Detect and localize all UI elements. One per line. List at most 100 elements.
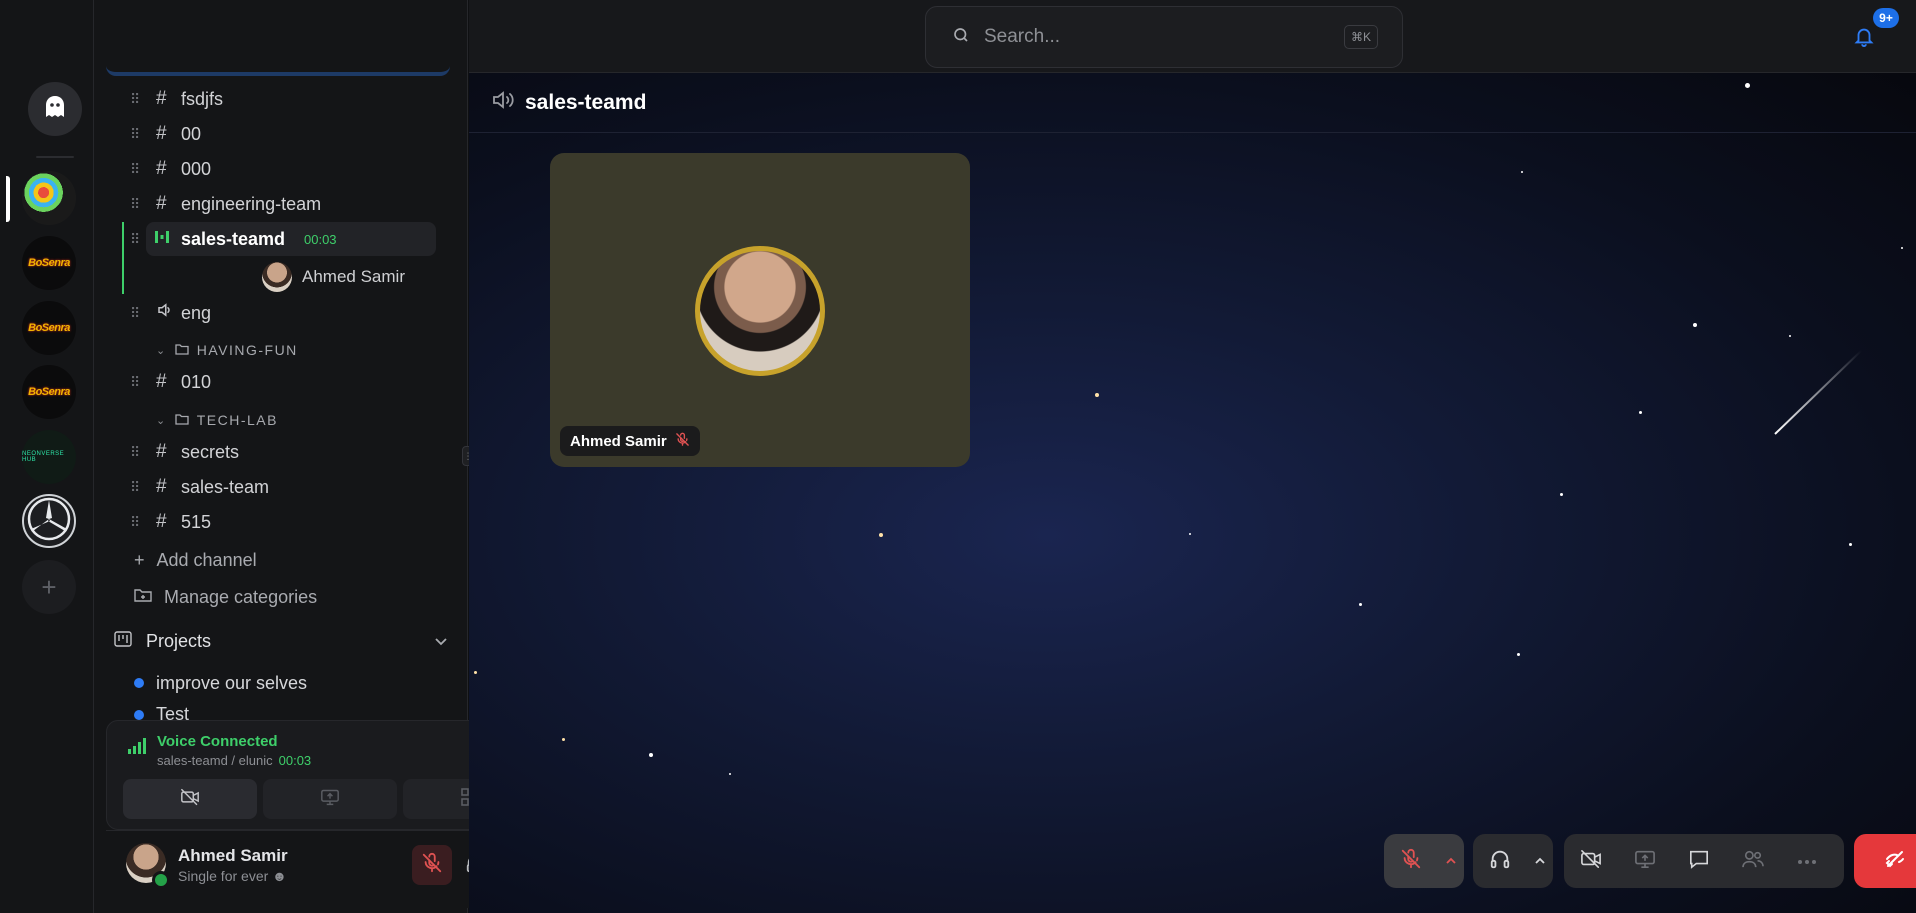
voice-member[interactable]: Ahmed Samir — [168, 260, 519, 294]
end-call-button[interactable] — [1854, 834, 1916, 888]
channel-000[interactable]: ⠿ # 000 — [94, 152, 468, 186]
chevron-up-icon — [1446, 852, 1456, 870]
participants-button[interactable] — [1726, 834, 1780, 888]
call-actions-group — [1564, 834, 1844, 888]
star — [1521, 171, 1523, 173]
channel-eng[interactable]: ⠿ eng — [94, 296, 468, 330]
star — [879, 533, 883, 537]
hash-icon: # — [156, 371, 167, 392]
chevron-up-icon — [1535, 852, 1545, 870]
drag-handle-icon[interactable]: ⠿ — [130, 444, 140, 461]
participant-tile[interactable]: Ahmed Samir — [550, 153, 970, 467]
server-rail: BoSenra BoSenra BoSenra NEONVERSE HUB + — [0, 0, 94, 913]
star — [1639, 411, 1642, 414]
add-server-button[interactable]: + — [22, 560, 76, 614]
server-icon-bosenra-3[interactable]: BoSenra — [22, 365, 76, 419]
mic-muted-icon — [1400, 848, 1422, 875]
star — [1901, 247, 1903, 249]
screen-share-icon — [320, 788, 340, 811]
top-bar: Search... ⌘K 9+ — [469, 0, 1916, 73]
star — [474, 671, 477, 674]
hash-icon: # — [156, 123, 167, 144]
channel-515[interactable]: ⠿ # 515 — [94, 505, 468, 539]
hash-icon: # — [156, 476, 167, 497]
headphones-icon — [1489, 848, 1511, 875]
voice-status-subtitle: sales-teamd / elunic 00:03 — [157, 753, 312, 768]
drag-handle-icon[interactable]: ⠿ — [130, 231, 140, 248]
server-icon-mercedes[interactable] — [22, 494, 76, 548]
drag-handle-icon[interactable]: ⠿ — [130, 514, 140, 531]
camera-button[interactable] — [1564, 834, 1618, 888]
channel-sales-teamd[interactable]: ⠿ sales-teamd 00:03 — [94, 222, 468, 256]
drag-handle-icon[interactable]: ⠿ — [130, 479, 140, 496]
star — [1517, 653, 1520, 656]
channel-010[interactable]: ⠿ # 010 — [94, 365, 468, 399]
project-item[interactable]: improve our selves — [134, 668, 307, 698]
chat-button[interactable] — [1672, 834, 1726, 888]
mic-muted-icon — [675, 432, 690, 451]
kanban-icon — [114, 630, 132, 652]
search-icon — [952, 26, 970, 49]
mic-control-group — [1384, 834, 1464, 888]
screen-share-button[interactable] — [263, 779, 397, 819]
projects-section-header[interactable]: Projects — [114, 626, 448, 656]
search-bar[interactable]: Search... ⌘K — [925, 6, 1403, 68]
user-status: Single for ever ☻ — [178, 868, 287, 884]
audio-options-button[interactable] — [1527, 834, 1553, 888]
mercedes-logo-icon — [26, 496, 72, 546]
star — [1359, 603, 1362, 606]
channel-header: sales-teamd — [469, 73, 1916, 133]
star — [1789, 335, 1791, 337]
channel-00[interactable]: ⠿ # 00 — [94, 117, 468, 151]
server-icon-1[interactable] — [22, 171, 76, 225]
screen-share-icon — [1634, 849, 1656, 874]
mic-toggle-button[interactable] — [1384, 834, 1438, 888]
drag-handle-icon[interactable]: ⠿ — [130, 374, 140, 391]
rail-separator — [36, 156, 74, 158]
server-icon-5[interactable]: NEONVERSE HUB — [22, 430, 76, 484]
project-item[interactable]: Test — [134, 704, 189, 720]
channel-secrets[interactable]: ⠿ # secrets — [94, 435, 468, 469]
add-channel-button[interactable]: + Add channel — [134, 545, 257, 575]
camera-off-icon — [180, 788, 200, 811]
star — [1189, 533, 1191, 535]
bell-icon[interactable] — [1853, 24, 1875, 53]
chevron-down-icon — [434, 631, 448, 652]
home-button[interactable] — [28, 82, 82, 136]
manage-categories-button[interactable]: Manage categories — [134, 582, 317, 612]
deafen-button[interactable] — [1473, 834, 1527, 888]
folder-plus-icon — [134, 587, 152, 608]
screen-share-button[interactable] — [1618, 834, 1672, 888]
drag-handle-icon[interactable]: ⠿ — [130, 161, 140, 178]
hash-icon: # — [156, 88, 167, 109]
hash-icon: # — [156, 158, 167, 179]
audio-control-group — [1473, 834, 1553, 888]
channel-sidebar: ⠿ # fsdjfs ⠿ # 00 ⠿ # 000 ⠿ # engineerin… — [94, 0, 552, 913]
mute-toggle-button[interactable] — [412, 845, 452, 885]
server-icon-bosenra-2[interactable]: BoSenra — [22, 301, 76, 355]
camera-off-button[interactable] — [123, 779, 257, 819]
call-timer: 00:03 — [304, 231, 337, 247]
drag-handle-icon[interactable]: ⠿ — [130, 305, 140, 322]
channel-engineering-team[interactable]: ⠿ # engineering-team — [94, 187, 468, 221]
avatar — [695, 246, 825, 376]
drag-handle-icon[interactable]: ⠿ — [130, 126, 140, 143]
channel-fsdjfs[interactable]: ⠿ # fsdjfs — [94, 82, 468, 116]
server-icon-bosenra-1[interactable]: BoSenra — [22, 236, 76, 290]
category-tech-lab[interactable]: ⌄ TECH-LAB — [156, 408, 278, 432]
more-options-button[interactable] — [1780, 834, 1834, 888]
signal-strength-icon — [127, 737, 147, 760]
channel-sales-team[interactable]: ⠿ # sales-team — [94, 470, 468, 504]
notification-badge: 9+ — [1873, 8, 1899, 28]
call-stage: sales-teamd Ahmed Samir — [469, 73, 1916, 913]
mic-muted-icon — [421, 852, 443, 879]
search-placeholder: Search... — [984, 26, 1061, 47]
star — [1095, 393, 1099, 397]
online-status-dot — [152, 871, 170, 889]
plus-icon: + — [134, 549, 145, 570]
avatar — [262, 262, 292, 292]
drag-handle-icon[interactable]: ⠿ — [130, 196, 140, 213]
mic-options-button[interactable] — [1438, 834, 1464, 888]
drag-handle-icon[interactable]: ⠿ — [130, 91, 140, 108]
category-having-fun[interactable]: ⌄ HAVING-FUN — [156, 338, 298, 362]
